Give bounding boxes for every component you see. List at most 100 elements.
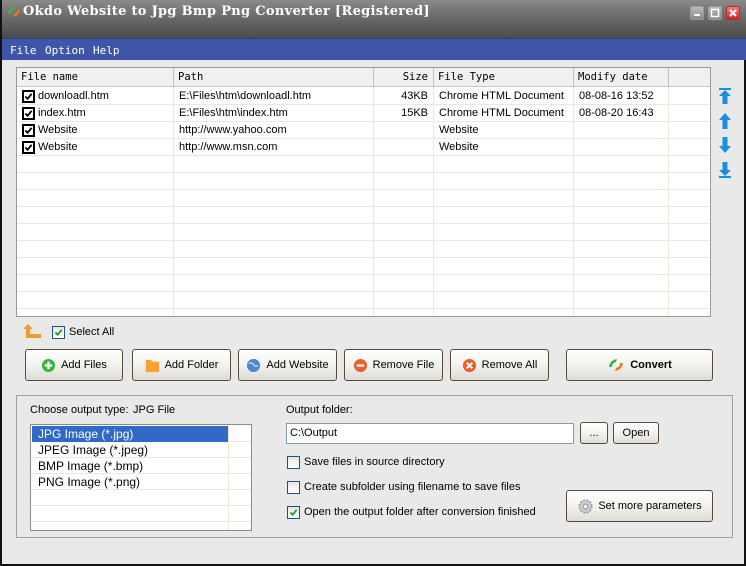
minimize-button[interactable] [690,6,704,20]
list-gridline [31,505,251,506]
set-more-parameters-label: Set more parameters [598,500,702,512]
column-header-size[interactable]: Size [374,68,434,87]
minimize-icon [694,14,700,16]
row-checkbox[interactable] [22,107,35,120]
row-checkbox[interactable] [22,141,35,154]
menu-help[interactable]: Help [93,44,120,57]
close-icon [729,9,737,17]
choose-output-type-label: Choose output type: [30,404,129,416]
output-folder-label: Output folder: [286,404,353,416]
window-title: Okdo Website to Jpg Bmp Png Converter [R… [23,4,430,19]
add-website-label: Add Website [266,359,329,371]
row-gridline [17,189,710,190]
size-cell [374,139,428,156]
remove-file-button[interactable]: Remove File [344,349,443,381]
maximize-icon [710,8,720,18]
checkmark-icon [289,509,298,517]
table-row[interactable]: index.htm E:\Files\htm\index.htm 15KB Ch… [17,105,710,122]
remove-all-button[interactable]: Remove All [450,349,549,381]
menu-bar: File Option Help [2,38,746,60]
app-window: Okdo Website to Jpg Bmp Png Converter [R… [0,0,746,566]
add-website-button[interactable]: Add Website [238,349,337,381]
file-type-cell: Website [439,141,479,153]
move-down-icon[interactable] [716,136,734,154]
parent-folder-up-icon[interactable] [23,324,41,338]
move-up-icon[interactable] [716,112,734,130]
list-gridline [31,521,251,522]
table-row[interactable]: Website http://www.yahoo.com Website [17,122,710,139]
checkmark-icon [54,329,63,337]
maximize-button[interactable] [708,6,722,20]
add-files-label: Add Files [61,359,107,371]
menu-option[interactable]: Option [45,44,85,57]
file-name-cell: downloadl.htm [38,90,109,102]
checkmark-icon [24,110,33,118]
set-more-parameters-button[interactable]: Set more parameters [566,490,713,522]
file-name-cell: Website [38,141,78,153]
size-cell [374,122,428,139]
output-type-option-png[interactable]: PNG Image (*.png) [32,474,228,490]
save-in-source-label[interactable]: Save files in source directory [304,456,445,468]
move-bottom-icon[interactable] [716,161,734,179]
table-row[interactable]: downloadl.htm E:\Files\htm\downloadl.htm… [17,88,710,105]
output-type-option-jpeg[interactable]: JPEG Image (*.jpeg) [32,442,228,458]
column-header-file-name[interactable]: File name [17,68,174,87]
add-folder-label: Add Folder [164,359,219,371]
globe-icon [247,358,261,372]
row-gridline [17,291,710,292]
row-gridline [17,308,710,309]
row-checkbox[interactable] [22,124,35,137]
column-header-path[interactable]: Path [174,68,374,87]
output-folder-input[interactable]: C:\Output [286,423,574,444]
modify-date-cell [579,139,669,156]
checkmark-icon [24,144,33,152]
open-folder-button[interactable]: Open [613,422,659,444]
checkmark-icon [24,127,33,135]
table-header: File name Path Size File Type Modify dat… [17,68,710,87]
output-type-option-bmp[interactable]: BMP Image (*.bmp) [32,458,228,474]
move-top-icon[interactable] [716,87,734,105]
column-header-modify-date[interactable]: Modify date [574,68,669,87]
add-icon [42,358,56,372]
select-all-checkbox[interactable] [52,326,65,339]
path-cell: http://www.yahoo.com [179,124,287,136]
open-output-folder-checkbox[interactable] [287,506,300,519]
browse-button[interactable]: ... [580,422,608,444]
size-cell: 43KB [401,90,428,102]
create-subfolder-label[interactable]: Create subfolder using filename to save … [304,481,520,493]
row-gridline [17,223,710,224]
convert-button[interactable]: Convert [566,349,713,381]
size-cell: 15KB [401,107,428,119]
output-type-option-jpg[interactable]: JPG Image (*.jpg) [32,426,228,442]
modify-date-cell: 08-08-20 16:43 [579,107,654,119]
open-output-folder-label[interactable]: Open the output folder after conversion … [304,506,536,518]
row-checkbox[interactable] [22,90,35,103]
column-header-file-type[interactable]: File Type [434,68,574,87]
convert-icon [609,359,624,371]
file-list-table[interactable]: File name Path Size File Type Modify dat… [16,67,711,317]
modify-date-cell [579,122,669,139]
output-type-list[interactable]: JPG Image (*.jpg) JPEG Image (*.jpeg) BM… [30,424,252,531]
choose-output-type-value: JPG File [133,404,176,416]
remove-file-label: Remove File [372,359,435,371]
save-in-source-checkbox[interactable] [287,456,300,469]
file-type-cell: Website [439,124,479,136]
modify-date-cell: 08-08-16 13:52 [579,90,654,102]
add-folder-button[interactable]: Add Folder [132,349,231,381]
close-button[interactable] [726,6,740,20]
table-row[interactable]: Website http://www.msn.com Website [17,139,710,156]
gear-icon [578,498,593,514]
path-cell: E:\Files\htm\downloadl.htm [179,90,312,102]
row-gridline [17,206,710,207]
row-gridline [17,274,710,275]
path-cell: http://www.msn.com [179,141,278,153]
create-subfolder-checkbox[interactable] [287,481,300,494]
app-logo-icon [8,7,20,17]
row-gridline [17,257,710,258]
add-files-button[interactable]: Add Files [25,349,123,381]
menu-file[interactable]: File [10,44,37,57]
remove-icon [353,358,367,372]
select-all-label[interactable]: Select All [69,326,114,338]
row-gridline [17,240,710,241]
title-bar: Okdo Website to Jpg Bmp Png Converter [R… [2,0,746,38]
